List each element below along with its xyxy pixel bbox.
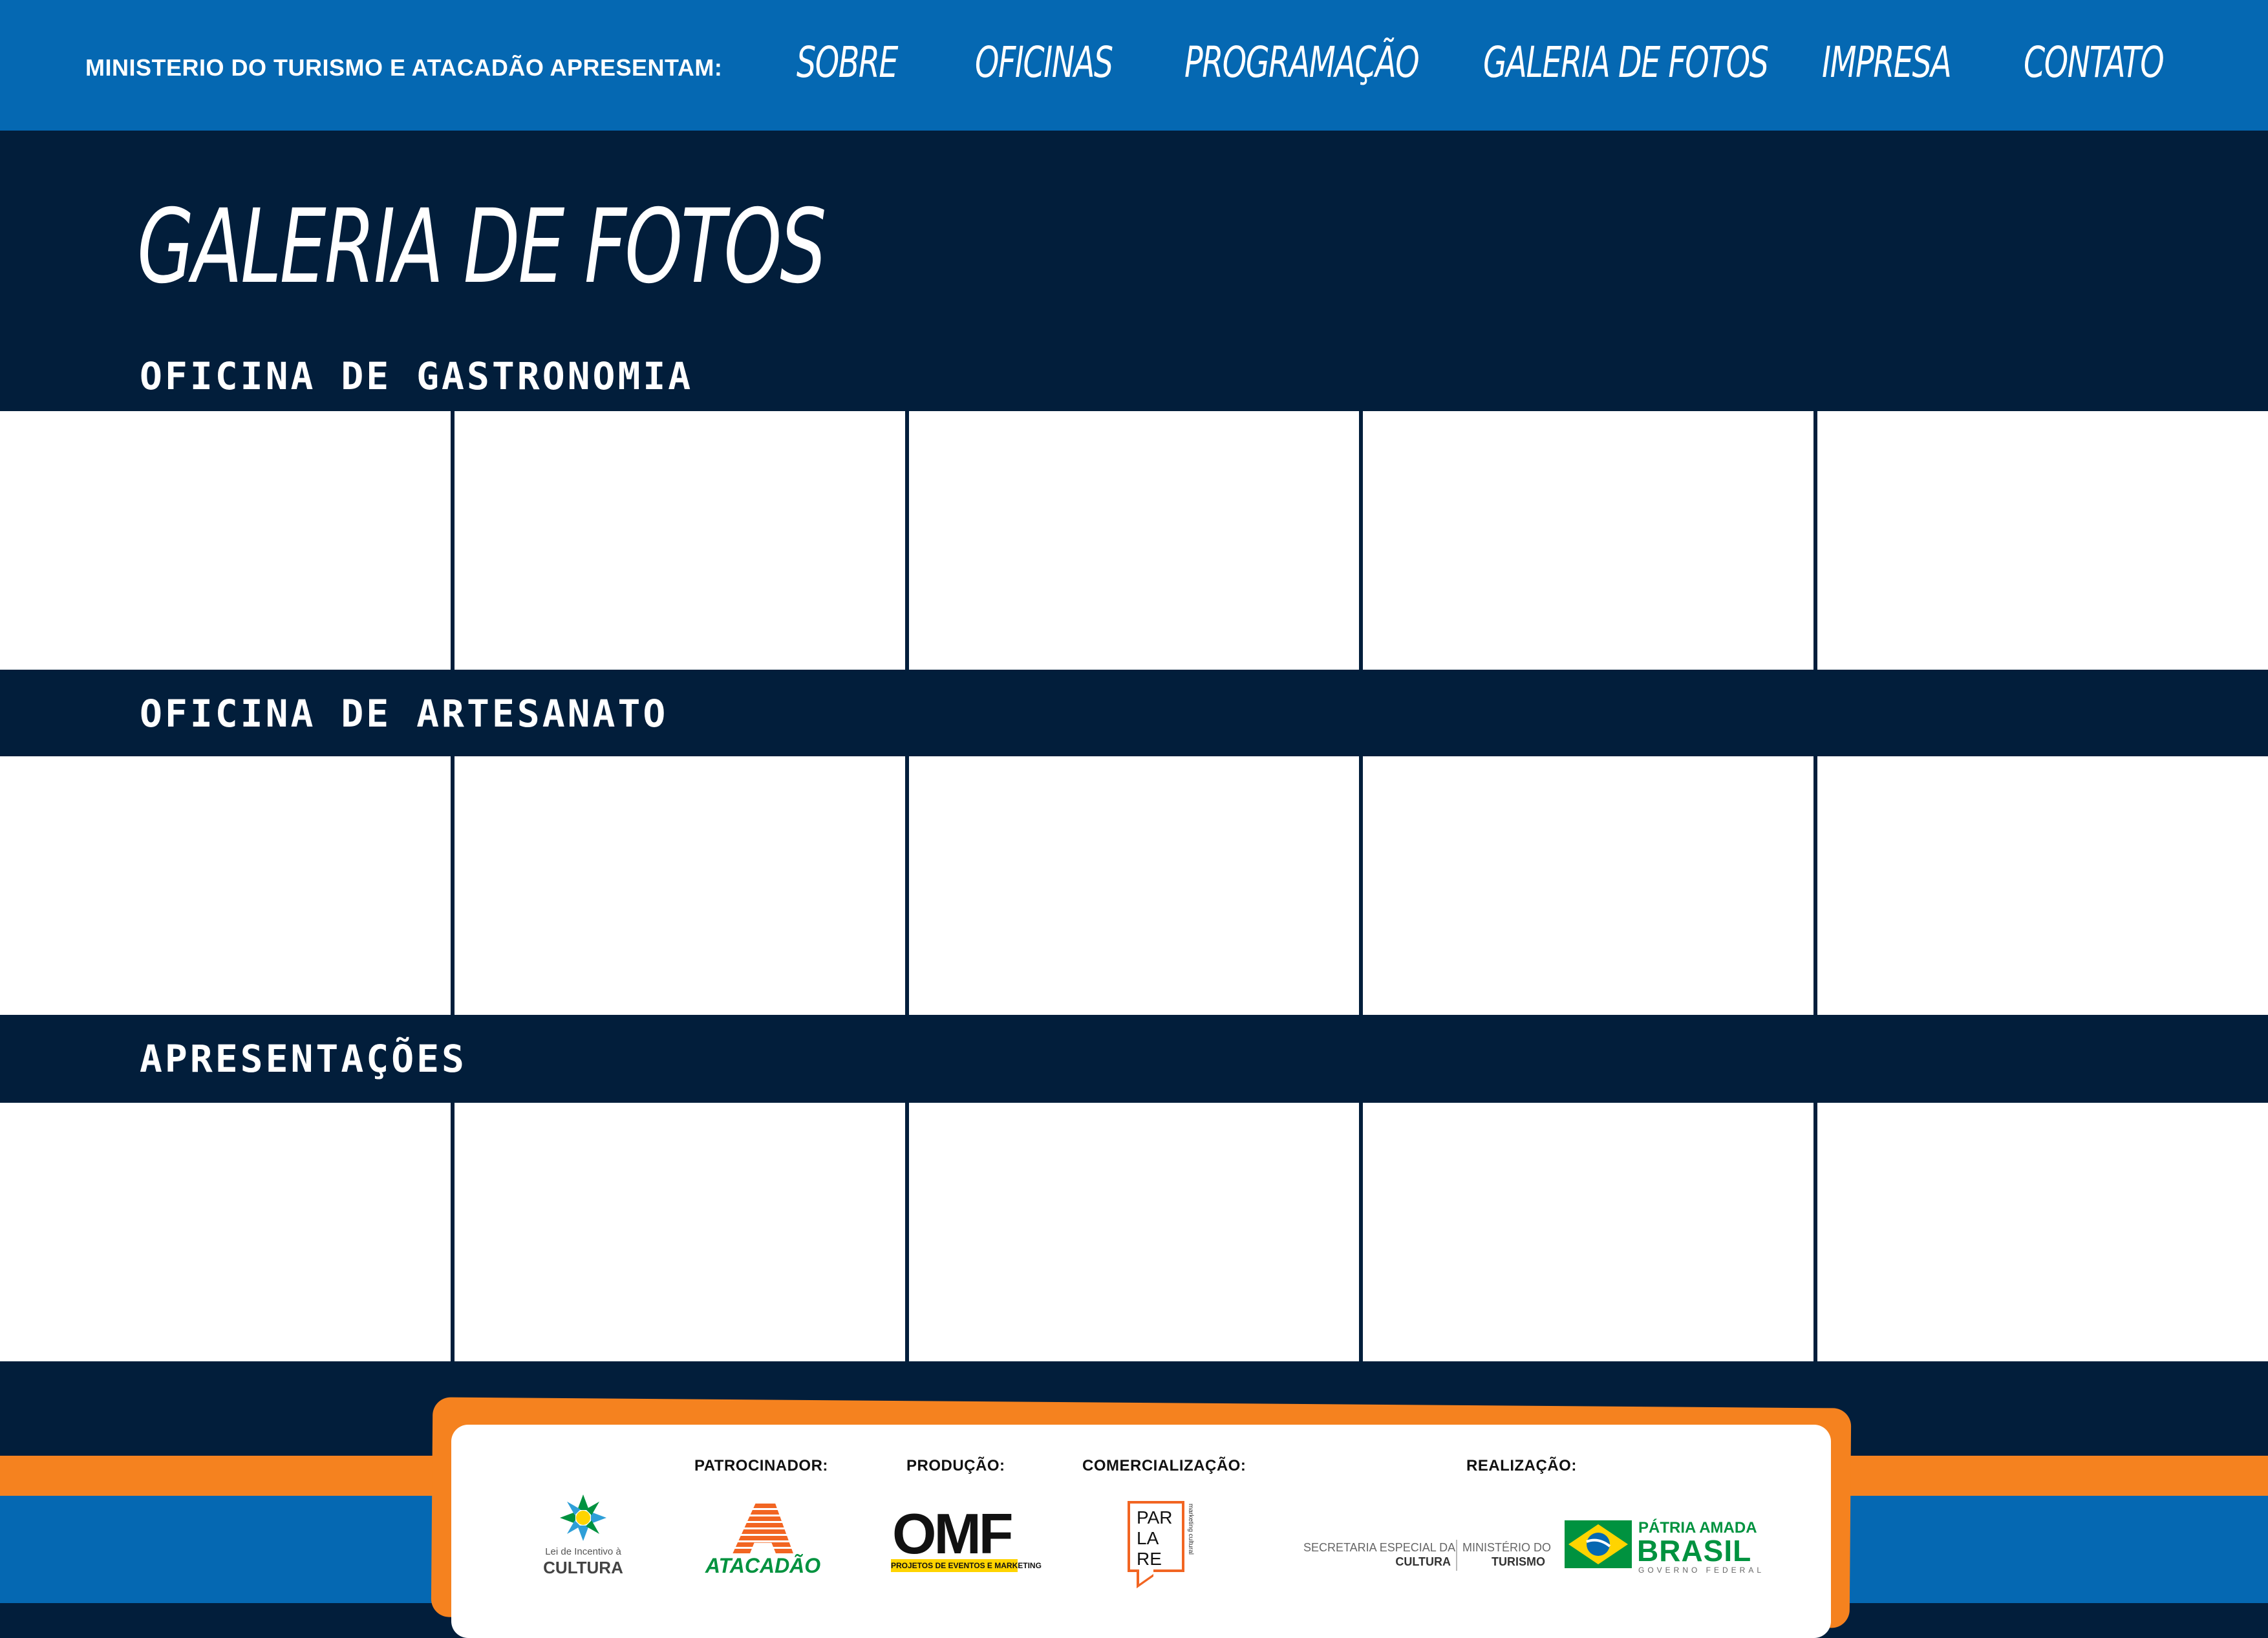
photo-thumbnail[interactable] xyxy=(454,756,905,1015)
parlare-logo: PAR LA RE marketing cultural xyxy=(1128,1501,1199,1589)
photo-thumbnail[interactable] xyxy=(454,411,905,670)
omf-tagline: PROJETOS DE EVENTOS E MARKETING xyxy=(891,1559,1042,1572)
governo-line3: GOVERNO FEDERAL xyxy=(1638,1566,1765,1575)
atacadao-a-icon xyxy=(732,1504,794,1555)
governo-line2: BRASIL xyxy=(1637,1534,1752,1568)
label-producao: PRODUÇÃO: xyxy=(906,1457,1005,1474)
photo-thumbnail[interactable] xyxy=(908,1103,1360,1361)
parlare-side-text: marketing cultural xyxy=(1187,1504,1194,1555)
photo-thumbnail[interactable] xyxy=(1817,756,2268,1015)
photo-thumbnail[interactable] xyxy=(1363,756,1814,1015)
governo-federal-logo: PÁTRIA AMADA BRASIL GOVERNO FEDERAL xyxy=(1565,1519,1761,1584)
photo-thumbnail[interactable] xyxy=(0,756,451,1015)
nav-link-programacao[interactable]: PROGRAMAÇÃO xyxy=(1184,37,1420,87)
photo-grid-apresentacoes xyxy=(0,1103,2268,1361)
photo-thumbnail[interactable] xyxy=(1817,1103,2268,1361)
parlare-line2: LA xyxy=(1137,1528,1159,1548)
ministerio-line2: TURISMO xyxy=(1492,1555,1545,1568)
photo-thumbnail[interactable] xyxy=(908,756,1360,1015)
presenter-text: MINISTERIO DO TURISMO E ATACADÃO APRESEN… xyxy=(85,54,723,81)
photo-thumbnail[interactable] xyxy=(1363,411,1814,670)
photo-thumbnail[interactable] xyxy=(454,1103,905,1361)
parlare-line3: RE xyxy=(1137,1549,1162,1569)
section-title-artesanato: OFICINA DE ARTESANATO xyxy=(140,692,669,736)
atacadao-name: ATACADÃO xyxy=(705,1554,821,1577)
page-title: GALERIA DE FOTOS xyxy=(137,187,826,306)
lei-incentivo-line1: Lei de Incentivo à xyxy=(545,1546,621,1557)
omf-logo: OMF PROJETOS DE EVENTOS E MARKETING xyxy=(891,1502,1042,1575)
logo-divider xyxy=(1456,1540,1457,1571)
photo-grid-artesanato xyxy=(0,756,2268,1015)
photo-thumbnail[interactable] xyxy=(908,411,1360,670)
top-navigation-bar: MINISTERIO DO TURISMO E ATACADÃO APRESEN… xyxy=(0,0,2268,131)
omf-mark: OMF xyxy=(892,1502,1014,1566)
photo-thumbnail[interactable] xyxy=(1363,1103,1814,1361)
section-title-apresentacoes: APRESENTAÇÕES xyxy=(140,1037,467,1081)
secretaria-line2: CULTURA xyxy=(1395,1555,1451,1568)
ministerio-line1: MINISTÉRIO DO xyxy=(1462,1541,1552,1554)
photo-thumbnail[interactable] xyxy=(0,411,451,670)
label-realizacao: REALIZAÇÃO: xyxy=(1466,1457,1577,1474)
lei-incentivo-cultura-logo: Lei de Incentivo à CULTURA xyxy=(538,1493,628,1577)
nav-link-sobre[interactable]: SOBRE xyxy=(797,37,898,87)
label-comercializacao: COMERCIALIZAÇÃO: xyxy=(1082,1457,1246,1474)
atacadao-logo: ATACADÃO xyxy=(698,1504,828,1581)
photo-grid-gastronomia xyxy=(0,411,2268,670)
brazil-flag-icon xyxy=(1565,1520,1632,1568)
photo-thumbnail[interactable] xyxy=(1817,411,2268,670)
secretaria-line1: SECRETARIA ESPECIAL DA xyxy=(1303,1541,1456,1554)
lei-incentivo-line2: CULTURA xyxy=(543,1558,623,1577)
nav-link-impresa[interactable]: IMPRESA xyxy=(1822,37,1952,87)
section-title-gastronomia: OFICINA DE GASTRONOMIA xyxy=(140,354,694,398)
label-patrocinador: PATROCINADOR: xyxy=(694,1457,828,1474)
cultura-star-icon xyxy=(560,1494,606,1541)
nav-link-galeria-de-fotos[interactable]: GALERIA DE FOTOS xyxy=(1483,37,1769,87)
parlare-line1: PAR xyxy=(1137,1507,1173,1527)
nav-link-oficinas[interactable]: OFICINAS xyxy=(975,37,1113,87)
nav-link-contato[interactable]: CONTATO xyxy=(2024,37,2165,87)
photo-thumbnail[interactable] xyxy=(0,1103,451,1361)
